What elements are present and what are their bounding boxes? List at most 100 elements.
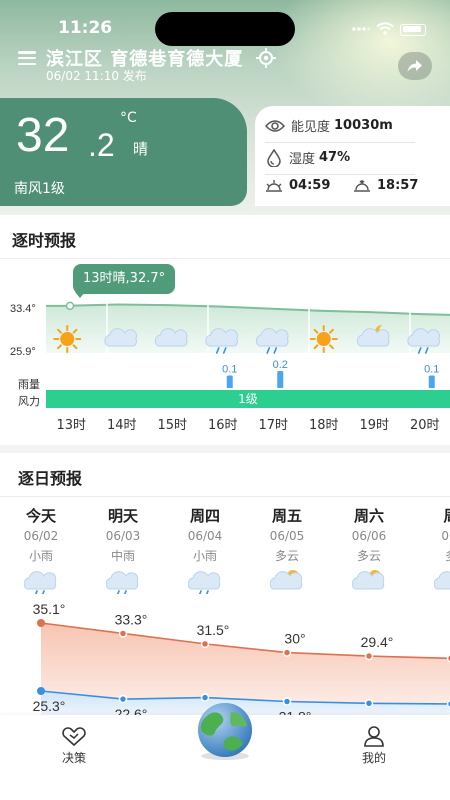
day-weather-icon <box>269 570 303 590</box>
hourly-temperature-chart[interactable]: 0.1 0.2 0.1 <box>0 258 450 388</box>
daily-title: 逐日预报 <box>18 469 83 488</box>
signal-icon <box>352 20 371 39</box>
day-name: 周 <box>410 505 450 527</box>
day-date: 06/05 <box>269 529 305 543</box>
hour-label: 18时 <box>308 418 339 433</box>
tab-decision-label: 决策 <box>61 751 86 765</box>
rain-value-label: 0.1 <box>424 364 439 376</box>
day-name: 周六 <box>353 507 384 525</box>
share-button[interactable] <box>398 52 432 80</box>
day-date: 06/03 <box>105 529 141 543</box>
user-icon <box>364 726 384 747</box>
sunrise-row: 04:59 <box>265 178 330 193</box>
current-weather-card: 32 .2 °C 晴 南风1级 <box>0 98 247 206</box>
hour-label: 17时 <box>258 418 289 433</box>
day-weather: 小雨 <box>28 549 53 563</box>
cloud-sun-icon <box>351 570 385 590</box>
hour-label: 13时 <box>56 418 87 433</box>
current-temp-decimal: .2 <box>88 127 115 163</box>
low-temp-point <box>282 697 292 706</box>
visibility-row: 能见度 10030m <box>265 116 393 135</box>
sunset-time: 18:57 <box>377 178 419 193</box>
day-column[interactable]: 今天 06/02 小雨 <box>0 505 82 598</box>
hour-label: 14时 <box>106 418 137 433</box>
day-weather: 小雨 <box>192 549 217 563</box>
hourly-sun-icon <box>309 325 338 353</box>
share-icon <box>407 60 422 72</box>
publish-time: 06/02 11:10 发布 <box>46 69 147 83</box>
cloud-rain-icon <box>187 571 221 597</box>
cloud-sun-icon <box>433 571 450 590</box>
day-weather: 中雨 <box>110 549 135 563</box>
day-date: 06/ <box>441 529 450 543</box>
visibility-value: 10030m <box>334 118 393 133</box>
menu-icon[interactable] <box>18 51 36 65</box>
rain-bar <box>226 375 233 388</box>
day-column[interactable]: 周五 06/05 多云 <box>246 505 328 598</box>
humidity-icon <box>267 148 281 167</box>
high-temp-label: 33.3° <box>115 611 148 627</box>
hourly-y-max: 33.4° <box>10 303 36 315</box>
day-name: 周五 <box>271 507 302 525</box>
cloud-rain-icon <box>23 571 57 597</box>
sunset-icon <box>354 179 370 192</box>
status-time: 11:26 <box>58 18 113 38</box>
low-temp-point <box>364 699 374 708</box>
day-date: 06/06 <box>351 529 387 543</box>
tab-mine[interactable]: 我的 <box>344 725 404 766</box>
hourly-y-min: 25.9° <box>10 346 36 358</box>
hour-label: 20时 <box>409 418 440 433</box>
tab-decision[interactable]: 决策 <box>44 725 104 766</box>
high-temp-point <box>364 651 374 661</box>
sunset-row: 18:57 <box>353 178 418 193</box>
daily-day-columns: 今天 06/02 小雨 明天 06/03 中雨 周四 06/04 小雨 周五 06/05 多云 周六 06… <box>0 505 450 598</box>
high-temp-point <box>200 639 210 649</box>
hour-label: 19时 <box>359 418 390 433</box>
day-column[interactable]: 周六 06/06 多云 <box>328 505 410 598</box>
day-weather: 多云 <box>274 549 299 563</box>
rain-bar <box>428 375 435 388</box>
high-temp-label: 29.4° <box>361 634 394 650</box>
camera-notch <box>155 12 295 46</box>
weather-details-card: 能见度 10030m 湿度 47% 04:59 18:57 <box>255 106 450 206</box>
low-temp-label: 25.3° <box>33 698 66 714</box>
day-date: 06/04 <box>187 529 223 543</box>
cloud-sun-icon <box>269 570 303 590</box>
humidity-value: 47% <box>319 150 351 165</box>
humidity-row: 湿度 47% <box>265 148 350 167</box>
current-weather-desc: 晴 <box>133 140 149 158</box>
day-weather-icon <box>351 570 385 590</box>
day-column[interactable]: 周四 06/04 小雨 <box>164 505 246 598</box>
cloud-rain-icon <box>105 571 139 597</box>
high-temp-point <box>282 648 292 657</box>
status-bar: 11:26 <box>0 0 450 46</box>
rain-bar <box>277 371 284 388</box>
day-name: 明天 <box>107 507 138 525</box>
battery-icon <box>400 23 426 36</box>
hourly-selected-point[interactable] <box>65 301 75 311</box>
temp-unit: °C <box>120 110 137 126</box>
high-temp-label: 31.5° <box>197 622 230 638</box>
day-column[interactable]: 周 06/多 <box>410 505 450 598</box>
current-temp-integer: 32 <box>16 109 70 162</box>
day-weather-icon <box>23 571 57 597</box>
locate-icon[interactable] <box>255 47 277 69</box>
handshake-icon <box>62 727 86 747</box>
tooltip-tail <box>75 292 85 298</box>
rain-value-label: 0.2 <box>273 359 288 371</box>
day-weather-icon <box>187 571 221 597</box>
current-wind: 南风1级 <box>14 181 65 197</box>
sunrise-time: 04:59 <box>289 178 331 193</box>
rain-value-label: 0.1 <box>222 364 237 376</box>
hourly-title: 逐时预报 <box>12 231 77 250</box>
hourly-sun-icon <box>53 325 82 353</box>
globe-home-button[interactable] <box>187 698 263 762</box>
wifi-icon <box>376 20 394 39</box>
day-weather-icon <box>433 571 450 590</box>
low-temp-point <box>118 694 128 704</box>
high-temp-point <box>118 629 128 638</box>
tab-mine-label: 我的 <box>361 751 386 765</box>
low-temp-point <box>37 687 45 695</box>
day-column[interactable]: 明天 06/03 中雨 <box>82 505 164 598</box>
hourly-tooltip: 13时晴,32.7° <box>73 264 176 294</box>
